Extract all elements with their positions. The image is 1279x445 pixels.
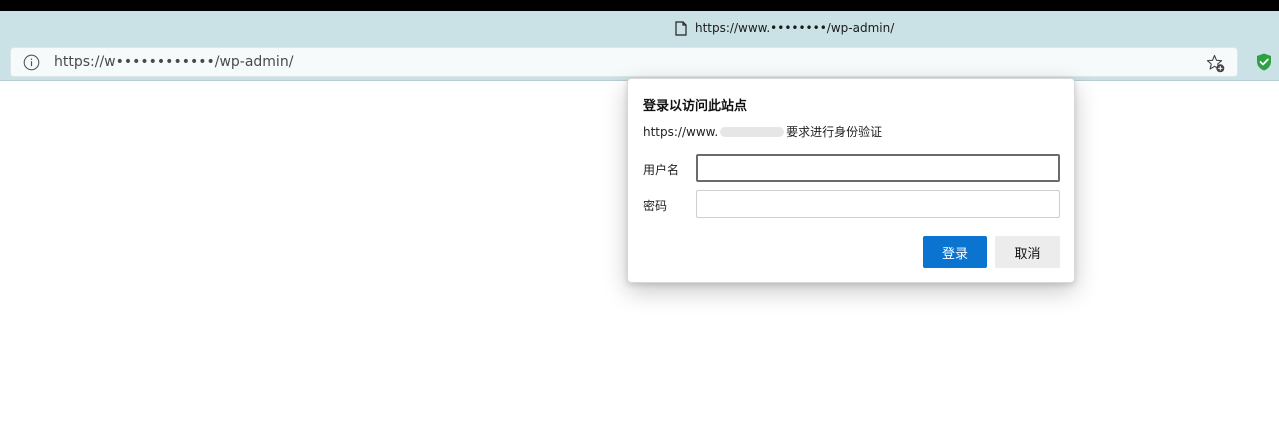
tab-strip: https://www.••••••••/wp-admin/ bbox=[0, 11, 1279, 45]
shield-icon[interactable] bbox=[1254, 52, 1274, 72]
tab-title-text: https://www.••••••••/wp-admin/ bbox=[695, 21, 895, 35]
dialog-title: 登录以访问此站点 bbox=[643, 99, 748, 114]
browser-toolbar: https://w••••••••••••/wp-admin/ bbox=[0, 45, 1279, 81]
login-button[interactable]: 登录 bbox=[923, 236, 987, 268]
document-icon bbox=[675, 20, 687, 36]
password-label: 密码 bbox=[643, 199, 668, 213]
username-input[interactable] bbox=[696, 154, 1060, 182]
info-icon[interactable] bbox=[23, 54, 40, 71]
window-top-bar bbox=[0, 0, 1279, 11]
subtitle-message: 要求进行身份验证 bbox=[786, 125, 883, 139]
redacted-domain bbox=[720, 126, 785, 137]
active-tab[interactable]: https://www.••••••••/wp-admin/ bbox=[675, 19, 894, 37]
password-input[interactable] bbox=[696, 190, 1060, 218]
address-bar[interactable]: https://w••••••••••••/wp-admin/ bbox=[10, 47, 1238, 77]
auth-dialog: 登录以访问此站点 https://www. 要求进行身份验证 用户名 密码 登录… bbox=[627, 78, 1075, 283]
address-url[interactable]: https://w••••••••••••/wp-admin/ bbox=[54, 54, 293, 70]
dialog-subtitle: https://www. 要求进行身份验证 bbox=[643, 123, 882, 140]
cancel-button[interactable]: 取消 bbox=[995, 236, 1060, 268]
subtitle-url: https://www. bbox=[643, 124, 719, 139]
username-label: 用户名 bbox=[643, 163, 680, 177]
add-favorite-icon[interactable] bbox=[1206, 54, 1225, 73]
